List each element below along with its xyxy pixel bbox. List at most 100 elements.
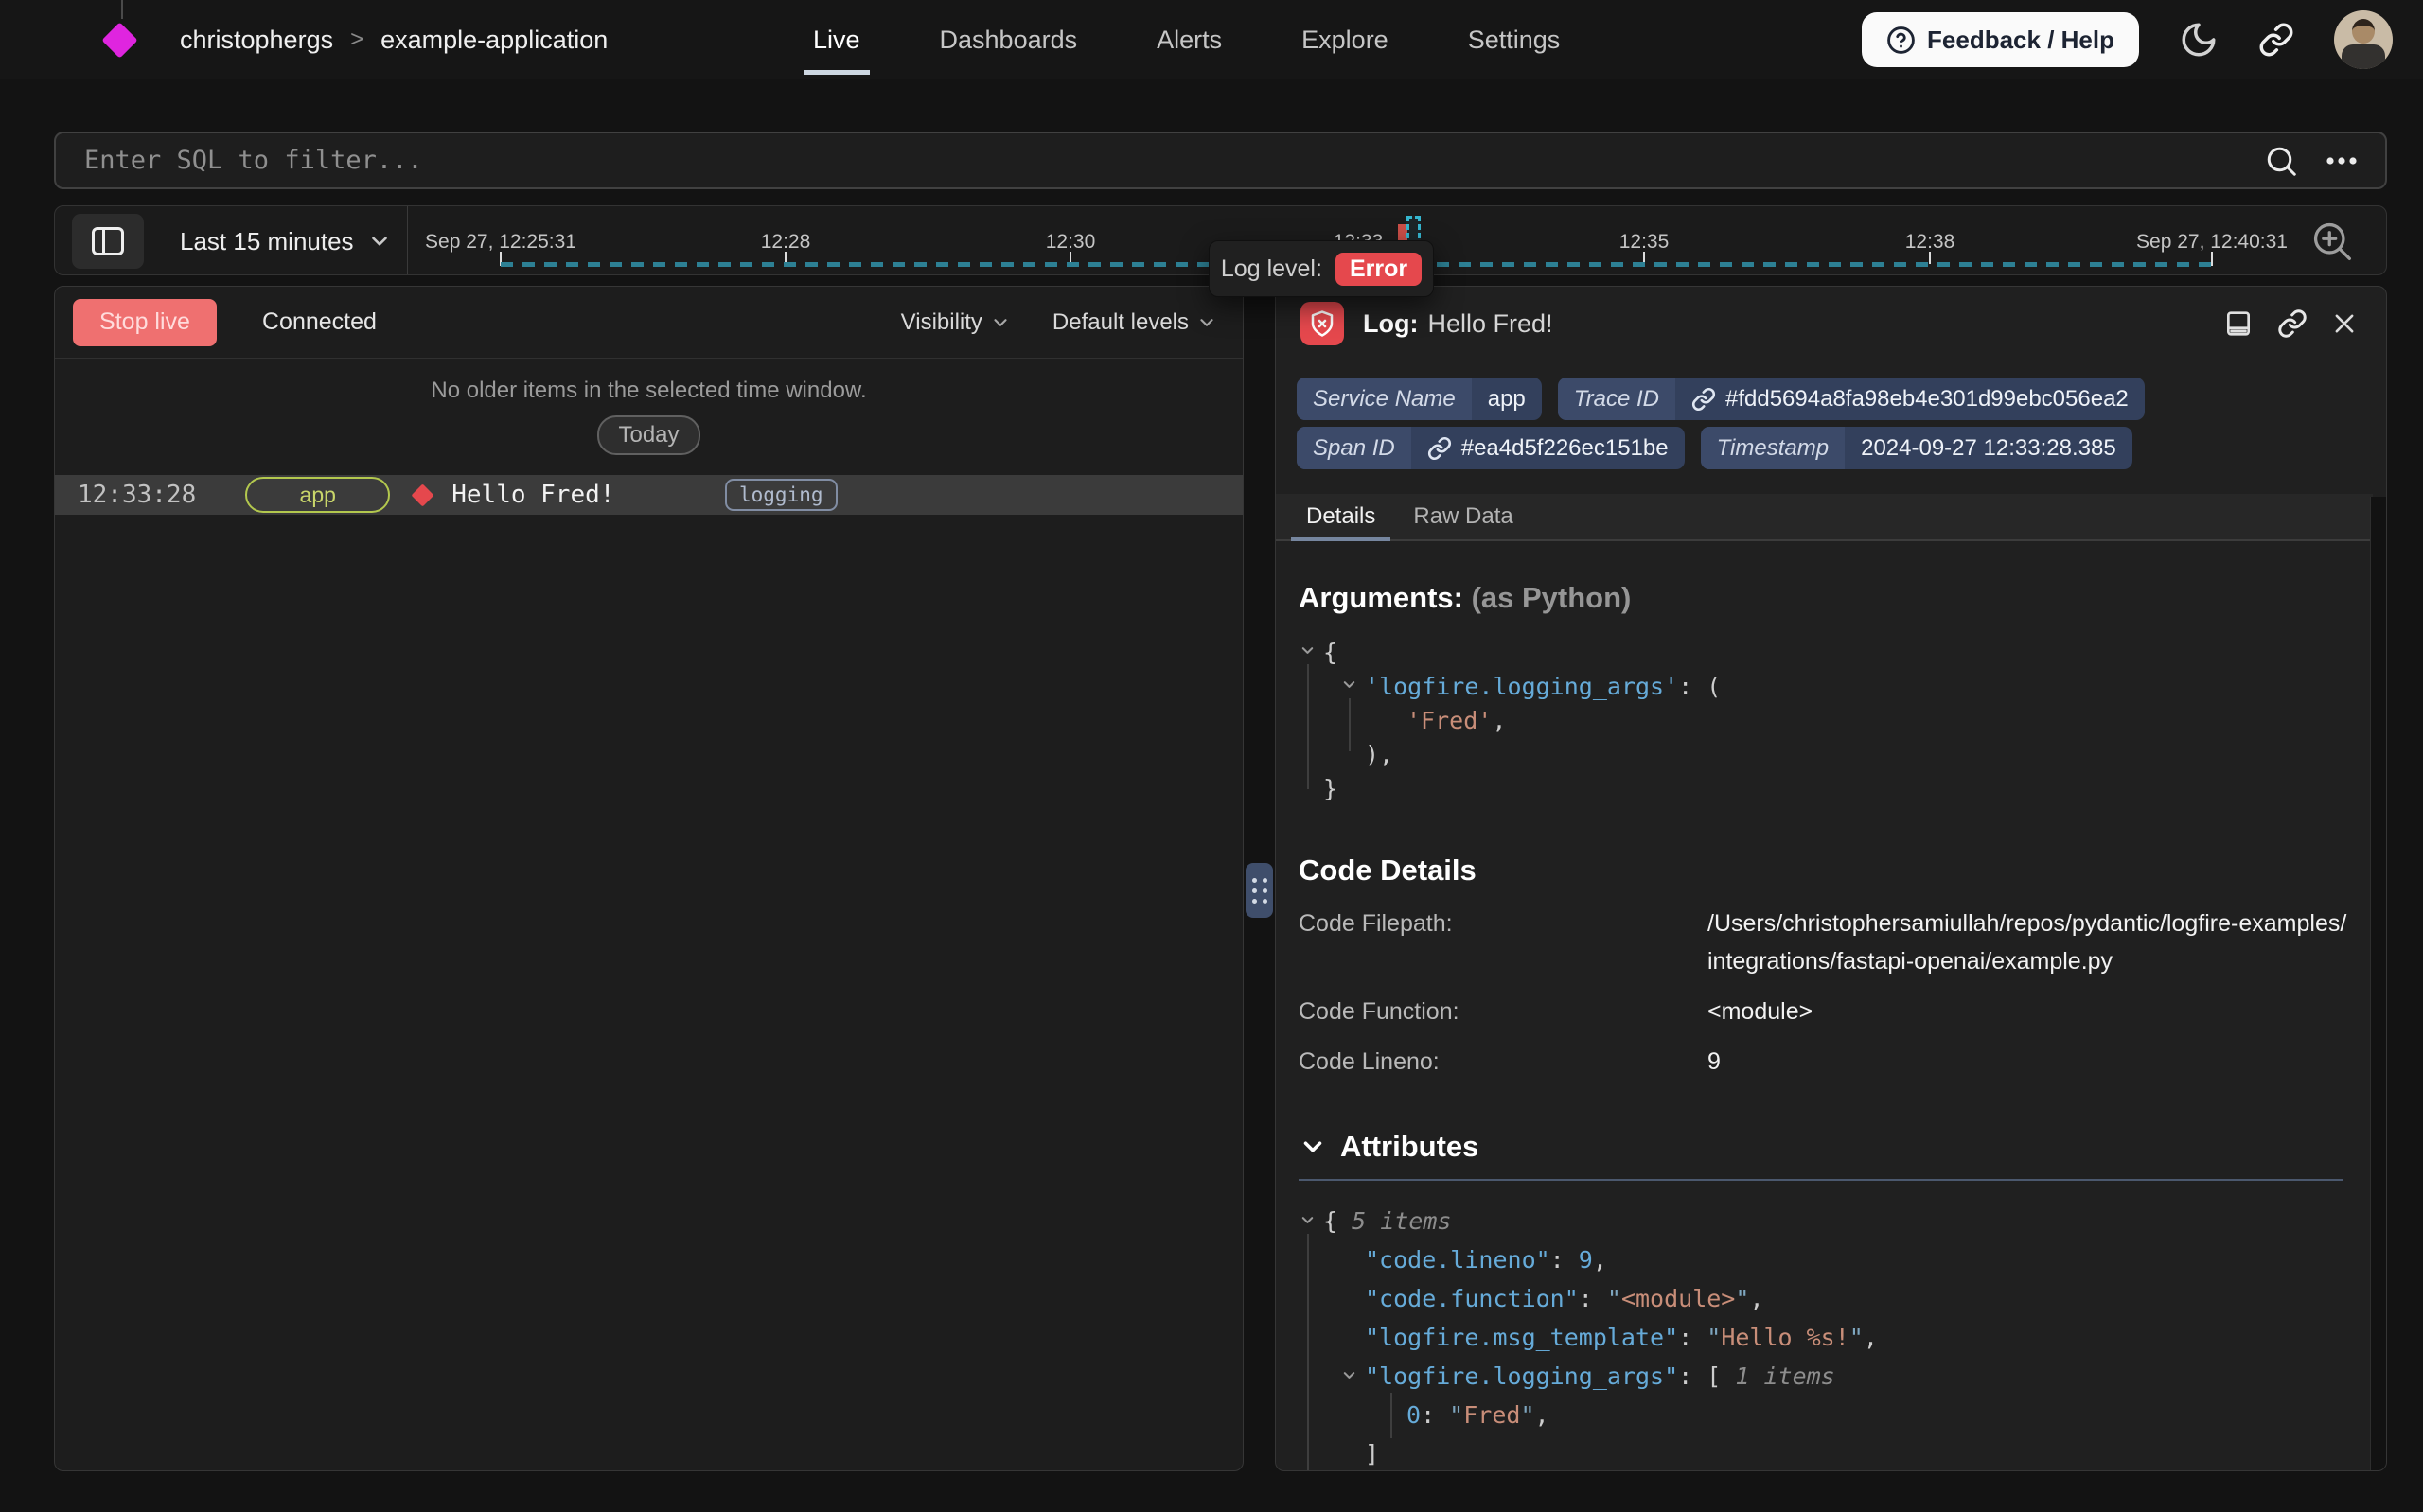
code-details-heading: Code Details xyxy=(1299,853,2363,888)
search-icon[interactable] xyxy=(2264,144,2298,178)
link-icon xyxy=(2258,22,2294,58)
sql-filter-bar xyxy=(54,132,2387,189)
detail-scrollbar[interactable] xyxy=(2370,497,2386,1470)
zoom-in-button[interactable] xyxy=(2311,220,2353,262)
tab-raw-data[interactable]: Raw Data xyxy=(1398,494,1528,539)
log-timestamp: 12:33:28 xyxy=(78,481,196,509)
close-detail-button[interactable] xyxy=(2331,310,2358,337)
tab-alerts[interactable]: Alerts xyxy=(1153,1,1226,79)
zoom-in-icon xyxy=(2311,220,2353,262)
detail-title: Log: Hello Fred! xyxy=(1363,309,1553,339)
link-icon xyxy=(1427,436,1452,461)
panel-left-icon xyxy=(92,227,124,255)
chevron-down-icon xyxy=(1299,1133,1327,1161)
live-panel-header: Stop live Connected Visibility Default l… xyxy=(55,287,1243,359)
log-level-tooltip: Log level: Error xyxy=(1209,240,1434,297)
time-range-dropdown[interactable]: Last 15 minutes xyxy=(180,206,392,276)
scope-badge[interactable]: logging xyxy=(725,479,838,511)
tab-live[interactable]: Live xyxy=(809,1,864,79)
close-icon xyxy=(2331,310,2358,337)
detail-title-value: Hello Fred! xyxy=(1427,309,1552,338)
link-icon xyxy=(1691,387,1716,412)
breadcrumb-project[interactable]: example-application xyxy=(380,26,608,55)
logfire-logo-icon[interactable] xyxy=(101,22,137,58)
trace-id-pill[interactable]: Trace ID #fdd5694a8fa98eb4e301d99ebc056e… xyxy=(1558,378,2145,420)
chevron-down-icon xyxy=(1196,312,1217,333)
help-circle-icon xyxy=(1886,26,1916,55)
copy-link-button[interactable] xyxy=(2277,308,2308,339)
log-detail-panel: Log: Hello Fred! Service Name app Trace I… xyxy=(1275,286,2387,1471)
top-nav: christophergs > example-application Live… xyxy=(0,0,2423,79)
error-level-badge: Error xyxy=(1335,253,1422,286)
log-message: Hello Fred! xyxy=(451,481,614,509)
theme-toggle-button[interactable] xyxy=(2179,20,2219,60)
chevron-down-icon xyxy=(990,312,1011,333)
chevron-down-icon xyxy=(367,229,392,254)
service-name-pill[interactable]: Service Name app xyxy=(1297,378,1542,420)
code-lineno-label: Code Lineno: xyxy=(1299,1043,1707,1081)
moon-icon xyxy=(2179,20,2219,60)
service-badge[interactable]: app xyxy=(245,477,390,513)
time-range-label: Last 15 minutes xyxy=(180,227,354,256)
tab-details[interactable]: Details xyxy=(1291,494,1390,539)
span-id-value: #ea4d5f226ec151be xyxy=(1461,435,1669,462)
stop-live-button[interactable]: Stop live xyxy=(73,299,217,346)
sql-bar-icons xyxy=(2264,144,2385,178)
connection-status: Connected xyxy=(262,308,377,336)
avatar-head xyxy=(2352,19,2375,44)
attributes-code-block: { 5 items"code.lineno": 9,"code.function… xyxy=(1299,1202,2363,1471)
detail-title-prefix: Log: xyxy=(1363,309,1418,338)
breadcrumb-separator: > xyxy=(350,26,363,53)
live-log-panel: Stop live Connected Visibility Default l… xyxy=(54,286,1244,1471)
tab-explore[interactable]: Explore xyxy=(1298,1,1392,79)
breadcrumb: christophergs > example-application xyxy=(180,0,608,79)
link-icon xyxy=(2277,308,2308,339)
feedback-help-label: Feedback / Help xyxy=(1927,26,2114,55)
timestamp-pill[interactable]: Timestamp 2024-09-27 12:33:28.385 xyxy=(1701,427,2132,469)
feedback-help-button[interactable]: Feedback / Help xyxy=(1862,12,2139,67)
tooltip-label: Log level: xyxy=(1221,255,1322,283)
arguments-code-block: {'logfire.logging_args': ('Fred',),} xyxy=(1299,636,2363,806)
error-level-diamond-icon xyxy=(412,483,434,506)
attributes-heading-row[interactable]: Attributes xyxy=(1299,1130,2363,1164)
default-levels-dropdown[interactable]: Default levels xyxy=(1052,309,1217,336)
detail-header: Log: Hello Fred! xyxy=(1276,287,2386,360)
user-avatar[interactable] xyxy=(2334,10,2393,69)
attributes-heading: Attributes xyxy=(1340,1130,1478,1164)
avatar-body xyxy=(2342,44,2385,69)
code-filepath-label: Code Filepath: xyxy=(1299,905,1707,980)
brand-line xyxy=(121,0,123,19)
breadcrumb-org[interactable]: christophergs xyxy=(180,26,333,55)
panel-resize-handle[interactable] xyxy=(1246,863,1273,918)
visibility-dropdown[interactable]: Visibility xyxy=(901,309,1011,336)
share-link-button[interactable] xyxy=(2258,22,2294,58)
logfire-live-view: { "nav": { "org": "christophergs", "sepa… xyxy=(0,0,2423,1512)
code-lineno-value: 9 xyxy=(1707,1043,2351,1081)
detail-tabs: Details Raw Data xyxy=(1276,494,2373,541)
tab-dashboards[interactable]: Dashboards xyxy=(936,1,1082,79)
primary-nav-tabs: Live Dashboards Alerts Explore Settings xyxy=(809,0,1564,79)
code-details-grid: Code Filepath: /Users/christophersamiull… xyxy=(1299,905,2363,1081)
code-filepath-value: /Users/christophersamiullah/repos/pydant… xyxy=(1707,905,2351,980)
sql-filter-input[interactable] xyxy=(56,133,2264,187)
span-id-pill[interactable]: Span ID #ea4d5f226ec151be xyxy=(1297,427,1685,469)
log-row-selected[interactable]: 12:33:28 app Hello Fred! logging xyxy=(55,475,1243,515)
empty-state-message: No older items in the selected time wind… xyxy=(55,378,1243,404)
attributes-divider xyxy=(1299,1179,2343,1181)
nav-right-cluster: Feedback / Help xyxy=(1862,0,2393,79)
timebar-divider xyxy=(407,206,408,274)
more-options-icon[interactable] xyxy=(2323,144,2361,178)
code-function-value: <module> xyxy=(1707,993,2351,1030)
detail-content: Arguments: (as Python) {'logfire.logging… xyxy=(1276,581,2386,1471)
detail-tag-pills: Service Name app Trace ID #fdd5694a8fa98… xyxy=(1276,360,2386,469)
dock-panel-button[interactable] xyxy=(2223,308,2254,339)
today-button[interactable]: Today xyxy=(597,415,699,455)
error-shield-icon xyxy=(1300,302,1344,345)
sidebar-toggle-button[interactable] xyxy=(72,214,144,269)
tab-settings[interactable]: Settings xyxy=(1464,1,1565,79)
panel-bottom-icon xyxy=(2223,308,2254,339)
code-function-label: Code Function: xyxy=(1299,993,1707,1030)
trace-id-value: #fdd5694a8fa98eb4e301d99ebc056ea2 xyxy=(1725,386,2129,413)
arguments-subheading: (as Python) xyxy=(1472,581,1632,614)
arguments-heading: Arguments: (as Python) xyxy=(1299,581,2363,615)
